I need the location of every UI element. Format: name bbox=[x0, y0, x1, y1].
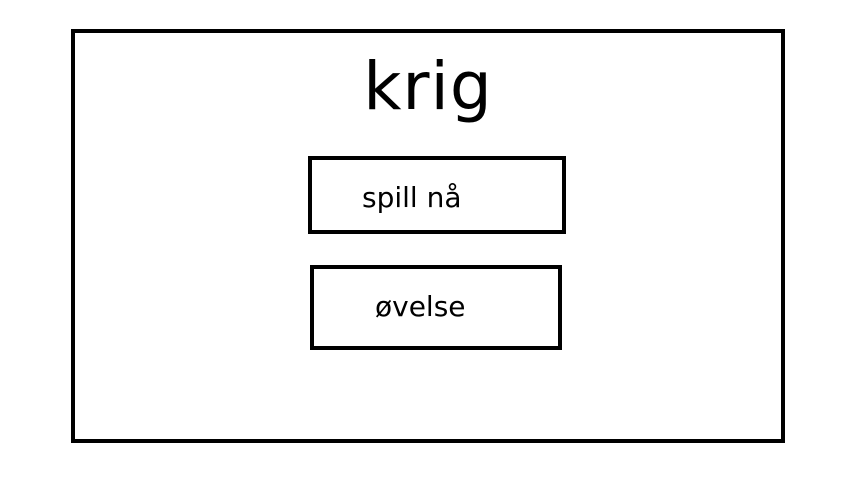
main-menu-panel: krig spill nå øvelse bbox=[71, 29, 785, 443]
play-now-label: spill nå bbox=[362, 181, 462, 214]
play-now-button[interactable]: spill nå bbox=[308, 156, 566, 234]
practice-label: øvelse bbox=[375, 290, 466, 323]
game-title: krig bbox=[363, 48, 493, 125]
practice-button[interactable]: øvelse bbox=[310, 265, 562, 350]
